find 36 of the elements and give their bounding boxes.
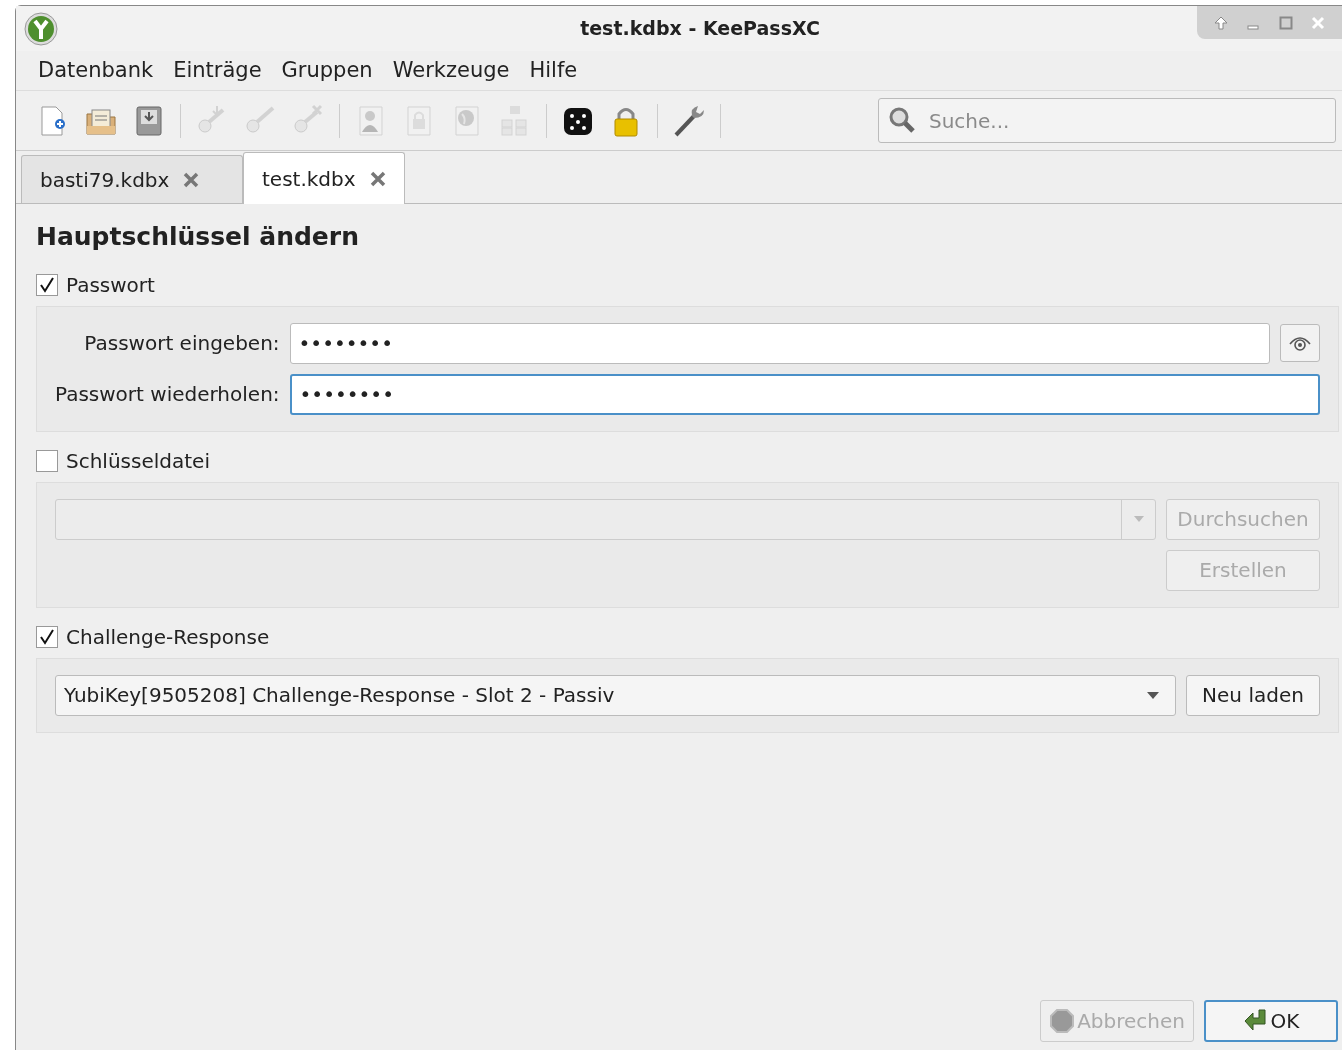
password-field[interactable]: ••••••••	[289, 373, 1320, 415]
checkbox[interactable]	[36, 273, 58, 296]
reload-button[interactable]: Neu laden	[1186, 674, 1320, 716]
search-field[interactable]: Suche...	[878, 98, 1336, 143]
menu-item[interactable]: Datenbank	[30, 52, 162, 89]
password-field[interactable]: ••••••••	[289, 322, 1270, 364]
device-dropdown[interactable]: YubiKey[9505208] Challenge-Response - Slot 2 - Passiv	[55, 674, 1176, 716]
reveal-password-button[interactable]	[1280, 324, 1320, 362]
device-name: YubiKey[9505208] Challenge-Response - Slot 2 - Passiv	[64, 682, 615, 709]
close-icon[interactable]	[183, 171, 200, 188]
maximize-icon[interactable]	[1278, 15, 1293, 30]
document-tab[interactable]: basti79.kdbx	[21, 155, 243, 203]
checkbox[interactable]	[36, 625, 58, 648]
eye-icon	[1288, 334, 1312, 352]
field-label: Passwort wiederholen:	[55, 381, 280, 408]
ok-button[interactable]: OK	[1204, 1000, 1338, 1042]
wrench-icon[interactable]	[672, 103, 706, 138]
checkbox[interactable]	[36, 449, 58, 472]
menu-item[interactable]: Gruppen	[273, 52, 381, 89]
checkbox-label[interactable]: Schlüsseldatei	[66, 445, 210, 476]
document-tab[interactable]: test.kdbx	[243, 152, 405, 204]
dialog-heading: Hauptschlüssel ändern	[36, 221, 360, 253]
dropdown-arrow-icon	[1133, 516, 1144, 522]
app-logo-icon	[24, 11, 58, 46]
checkbox-label[interactable]: Challenge-Response	[66, 621, 270, 652]
window-title: test.kdbx - KeePassXC	[580, 17, 820, 40]
menu-item[interactable]: Werkzeuge	[384, 52, 518, 89]
shade-icon[interactable]	[1214, 15, 1229, 30]
dropdown-arrow-icon	[1147, 691, 1159, 699]
field-label: Passwort eingeben:	[83, 330, 280, 357]
menu-item[interactable]: Einträge	[165, 52, 270, 89]
search-icon	[888, 106, 916, 134]
stop-icon	[1049, 1008, 1076, 1034]
close-icon[interactable]	[369, 170, 386, 187]
checkbox-label[interactable]: Passwort	[66, 269, 155, 300]
menu-item[interactable]: Hilfe	[521, 52, 586, 89]
